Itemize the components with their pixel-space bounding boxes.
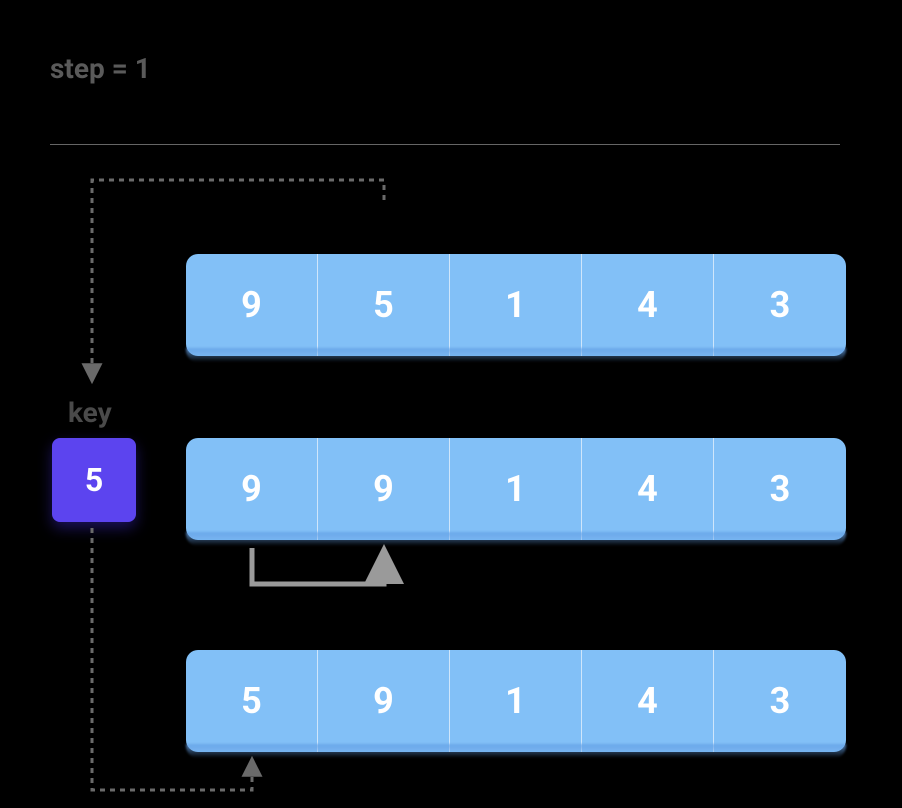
shift-right-arrow [252,548,384,584]
divider [50,144,840,145]
array-row-3: 5 9 1 4 3 [186,650,846,752]
array-cell: 3 [714,438,846,540]
array-cell: 5 [318,254,450,356]
array-cell: 9 [318,438,450,540]
array-cell: 3 [714,254,846,356]
array-cell: 1 [450,650,582,752]
array-row-1: 9 5 1 4 3 [186,254,846,356]
array-cell: 4 [582,438,714,540]
step-label: step = 1 [50,52,151,85]
array-cell: 3 [714,650,846,752]
array-row-2: 9 9 1 4 3 [186,438,846,540]
array-cell: 1 [450,438,582,540]
array-cell: 9 [186,438,318,540]
array-cell: 4 [582,254,714,356]
key-box: 5 [52,438,136,522]
array-cell: 1 [450,254,582,356]
array-cell: 5 [186,650,318,752]
array-cell: 9 [186,254,318,356]
array-cell: 9 [318,650,450,752]
array-cell: 4 [582,650,714,752]
key-label: key [68,396,112,429]
